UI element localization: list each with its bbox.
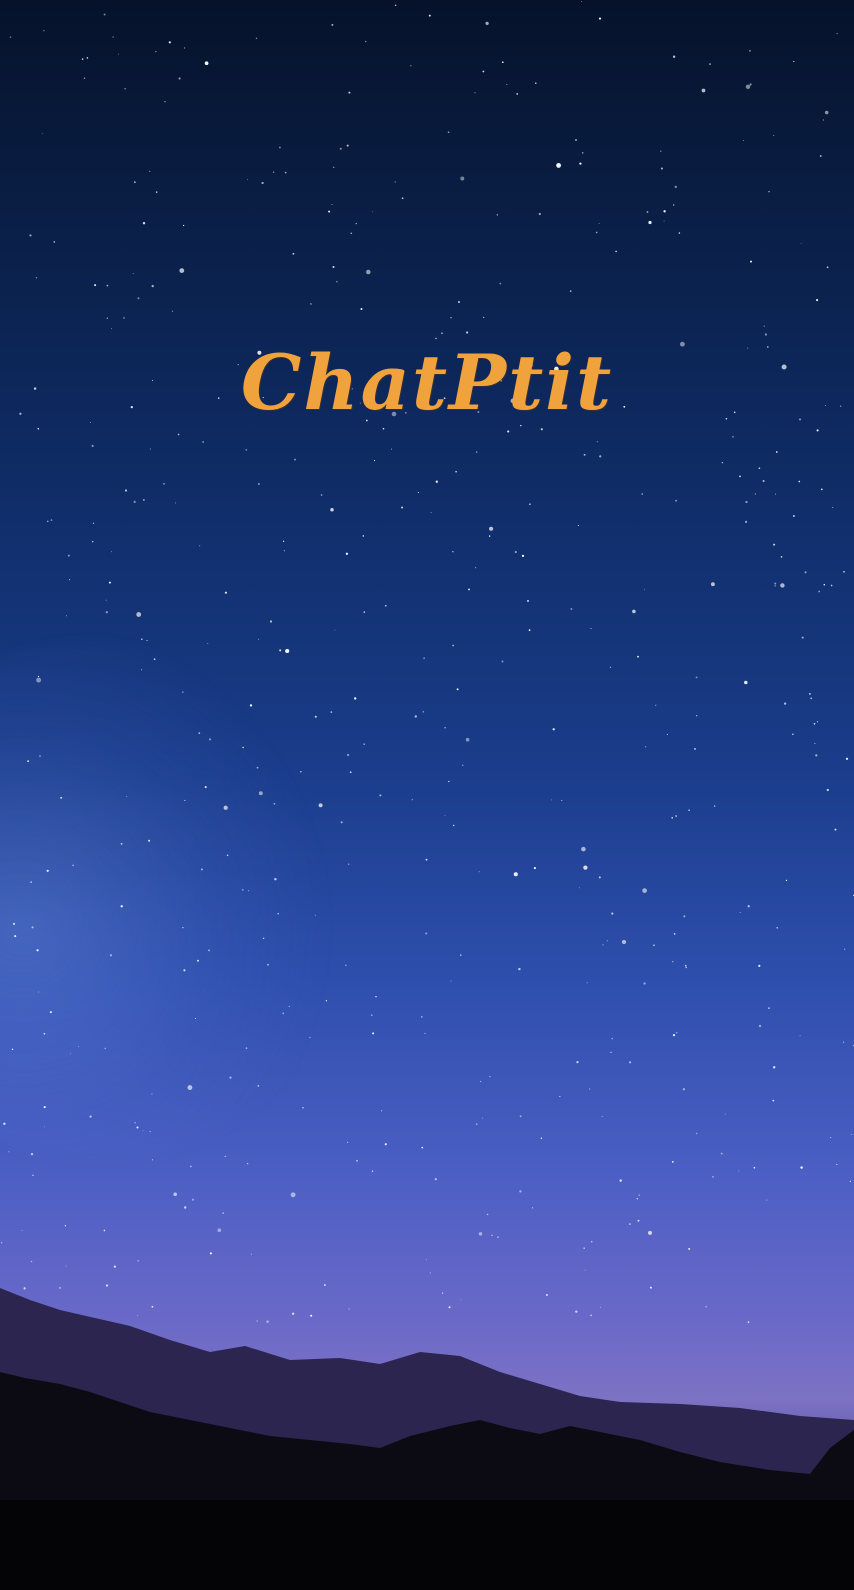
splash-screen: ChatPtit xyxy=(0,0,854,1590)
app-logo-title: ChatPtit xyxy=(240,338,614,427)
mountain-silhouette xyxy=(0,1288,854,1590)
